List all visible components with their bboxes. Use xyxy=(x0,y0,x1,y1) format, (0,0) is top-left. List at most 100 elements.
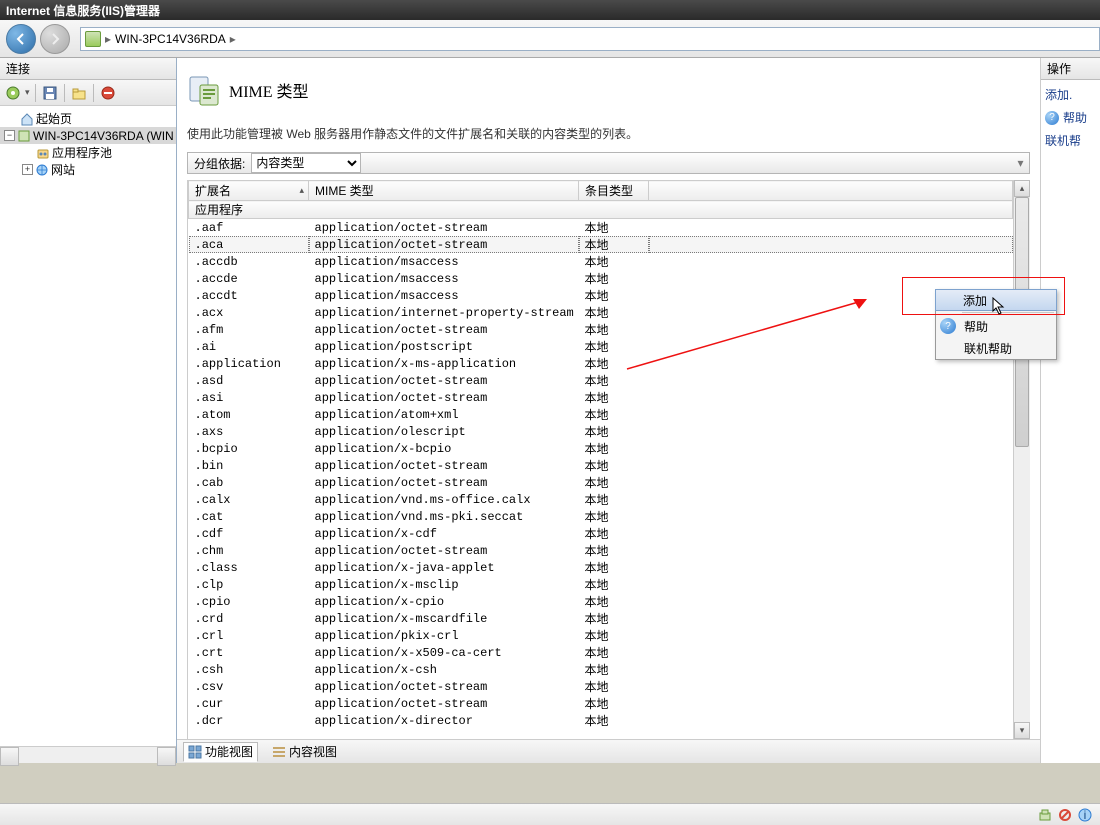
table-row[interactable]: .clpapplication/x-msclip本地 xyxy=(189,576,1013,593)
table-row[interactable]: .acxapplication/internet-property-stream… xyxy=(189,304,1013,321)
table-row[interactable]: .applicationapplication/x-ms-application… xyxy=(189,355,1013,372)
tree-start-page[interactable]: 起始页 xyxy=(0,110,176,127)
status-icon[interactable] xyxy=(1058,808,1072,822)
connections-title: 连接 xyxy=(6,60,30,77)
tree-sites[interactable]: + 网站 xyxy=(0,161,176,178)
cell-spacer xyxy=(649,644,1013,661)
table-row[interactable]: .binapplication/octet-stream本地 xyxy=(189,457,1013,474)
cell-entry: 本地 xyxy=(579,661,649,678)
table-row[interactable]: .chmapplication/octet-stream本地 xyxy=(189,542,1013,559)
status-icon[interactable]: i xyxy=(1078,808,1092,822)
connections-header: 连接 xyxy=(0,58,176,80)
cell-ext: .csh xyxy=(189,661,309,678)
vertical-scrollbar[interactable]: ▴ ▾ xyxy=(1013,180,1030,739)
table-row[interactable]: .curapplication/octet-stream本地 xyxy=(189,695,1013,712)
tab-content-view[interactable]: 内容视图 xyxy=(268,742,341,762)
group-header[interactable]: 应用程序 xyxy=(189,201,1013,219)
tree-label: WIN-3PC14V36RDA (WIN xyxy=(33,129,174,143)
collapse-icon[interactable]: − xyxy=(4,130,15,141)
action-help[interactable]: ? 帮助 xyxy=(1045,109,1096,126)
action-online-help[interactable]: 联机帮 xyxy=(1045,132,1096,149)
server-icon xyxy=(17,129,31,143)
table-row[interactable]: .crlapplication/pkix-crl本地 xyxy=(189,627,1013,644)
cell-mime: application/msaccess xyxy=(309,287,579,304)
table-row[interactable]: .asiapplication/octet-stream本地 xyxy=(189,389,1013,406)
connections-tree[interactable]: 起始页 − WIN-3PC14V36RDA (WIN 应用程序池 + xyxy=(0,106,176,746)
table-row[interactable]: .calxapplication/vnd.ms-office.calx本地 xyxy=(189,491,1013,508)
table-row[interactable]: .bcpioapplication/x-bcpio本地 xyxy=(189,440,1013,457)
table-row[interactable]: .accdeapplication/msaccess本地 xyxy=(189,270,1013,287)
table-row[interactable]: .asdapplication/octet-stream本地 xyxy=(189,372,1013,389)
table-row[interactable]: .classapplication/x-java-applet本地 xyxy=(189,559,1013,576)
expand-icon[interactable]: + xyxy=(22,164,33,175)
cell-ext: .accde xyxy=(189,270,309,287)
mime-grid[interactable]: 扩展名▴ MIME 类型 条目类型 应用程序 .aafapplication/o… xyxy=(188,180,1013,739)
cell-mime: application/octet-stream xyxy=(309,219,579,237)
cell-ext: .accdt xyxy=(189,287,309,304)
globe-icon xyxy=(35,163,49,177)
cell-entry: 本地 xyxy=(579,627,649,644)
cell-ext: .cab xyxy=(189,474,309,491)
cell-entry: 本地 xyxy=(579,440,649,457)
tree-app-pools[interactable]: 应用程序池 xyxy=(0,144,176,161)
cell-spacer xyxy=(649,270,1013,287)
group-by-select[interactable]: 内容类型 xyxy=(251,153,361,173)
cell-mime: application/x-director xyxy=(309,712,579,729)
cell-spacer xyxy=(649,627,1013,644)
horizontal-scrollbar[interactable] xyxy=(0,746,176,763)
action-add[interactable]: 添加. xyxy=(1045,86,1096,103)
table-row[interactable]: .atomapplication/atom+xml本地 xyxy=(189,406,1013,423)
cell-spacer xyxy=(649,253,1013,270)
table-row[interactable]: .catapplication/vnd.ms-pki.seccat本地 xyxy=(189,508,1013,525)
table-row[interactable]: .csvapplication/octet-stream本地 xyxy=(189,678,1013,695)
nav-forward-button[interactable] xyxy=(40,24,70,54)
table-row[interactable]: .aafapplication/octet-stream本地 xyxy=(189,219,1013,237)
group-by-dropdown-icon[interactable]: ▾ xyxy=(1012,156,1029,170)
column-header-extension[interactable]: 扩展名▴ xyxy=(189,181,309,201)
cell-spacer xyxy=(649,423,1013,440)
breadcrumb-bar[interactable]: ▸ WIN-3PC14V36RDA ▸ xyxy=(80,27,1100,51)
cell-entry: 本地 xyxy=(579,712,649,729)
status-icon[interactable] xyxy=(1038,808,1052,822)
tab-features-view[interactable]: 功能视图 xyxy=(183,742,258,762)
table-row[interactable]: .crdapplication/x-mscardfile本地 xyxy=(189,610,1013,627)
table-row[interactable]: .cabapplication/octet-stream本地 xyxy=(189,474,1013,491)
table-row[interactable]: .cshapplication/x-csh本地 xyxy=(189,661,1013,678)
table-row[interactable]: .axsapplication/olescript本地 xyxy=(189,423,1013,440)
cell-entry: 本地 xyxy=(579,236,649,253)
scroll-down-icon[interactable]: ▾ xyxy=(1014,722,1030,739)
context-menu-online-help[interactable]: 联机帮助 xyxy=(936,337,1056,359)
tree-server-node[interactable]: − WIN-3PC14V36RDA (WIN xyxy=(0,127,176,144)
cell-entry: 本地 xyxy=(579,508,649,525)
context-menu-add[interactable]: 添加 xyxy=(935,289,1057,311)
cell-spacer xyxy=(649,491,1013,508)
cell-entry: 本地 xyxy=(579,287,649,304)
breadcrumb-server[interactable]: WIN-3PC14V36RDA xyxy=(115,32,226,46)
connect-icon[interactable] xyxy=(4,84,22,102)
cell-ext: .atom xyxy=(189,406,309,423)
table-row[interactable]: .dcrapplication/x-director本地 xyxy=(189,712,1013,729)
cell-spacer xyxy=(649,508,1013,525)
up-level-icon[interactable] xyxy=(70,84,88,102)
cell-spacer xyxy=(649,610,1013,627)
cell-mime: application/pkix-crl xyxy=(309,627,579,644)
table-row[interactable]: .afmapplication/octet-stream本地 xyxy=(189,321,1013,338)
column-header-mime[interactable]: MIME 类型 xyxy=(309,181,579,201)
dropdown-arrow-icon[interactable]: ▾ xyxy=(25,87,30,98)
stop-icon[interactable] xyxy=(99,84,117,102)
nav-back-button[interactable] xyxy=(6,24,36,54)
table-row[interactable]: .accdbapplication/msaccess本地 xyxy=(189,253,1013,270)
cell-spacer xyxy=(649,406,1013,423)
table-row[interactable]: .cpioapplication/x-cpio本地 xyxy=(189,593,1013,610)
table-row[interactable]: .cdfapplication/x-cdf本地 xyxy=(189,525,1013,542)
table-row[interactable]: .acaapplication/octet-stream本地 xyxy=(189,236,1013,253)
table-row[interactable]: .accdtapplication/msaccess本地 xyxy=(189,287,1013,304)
table-row[interactable]: .crtapplication/x-x509-ca-cert本地 xyxy=(189,644,1013,661)
scroll-up-icon[interactable]: ▴ xyxy=(1014,180,1030,197)
column-header-entry[interactable]: 条目类型 xyxy=(579,181,649,201)
context-menu-help[interactable]: ? 帮助 xyxy=(936,315,1056,337)
save-icon[interactable] xyxy=(41,84,59,102)
feature-pane: MIME 类型 使用此功能管理被 Web 服务器用作静态文件的文件扩展名和关联的… xyxy=(177,58,1040,763)
cell-entry: 本地 xyxy=(579,372,649,389)
table-row[interactable]: .aiapplication/postscript本地 xyxy=(189,338,1013,355)
